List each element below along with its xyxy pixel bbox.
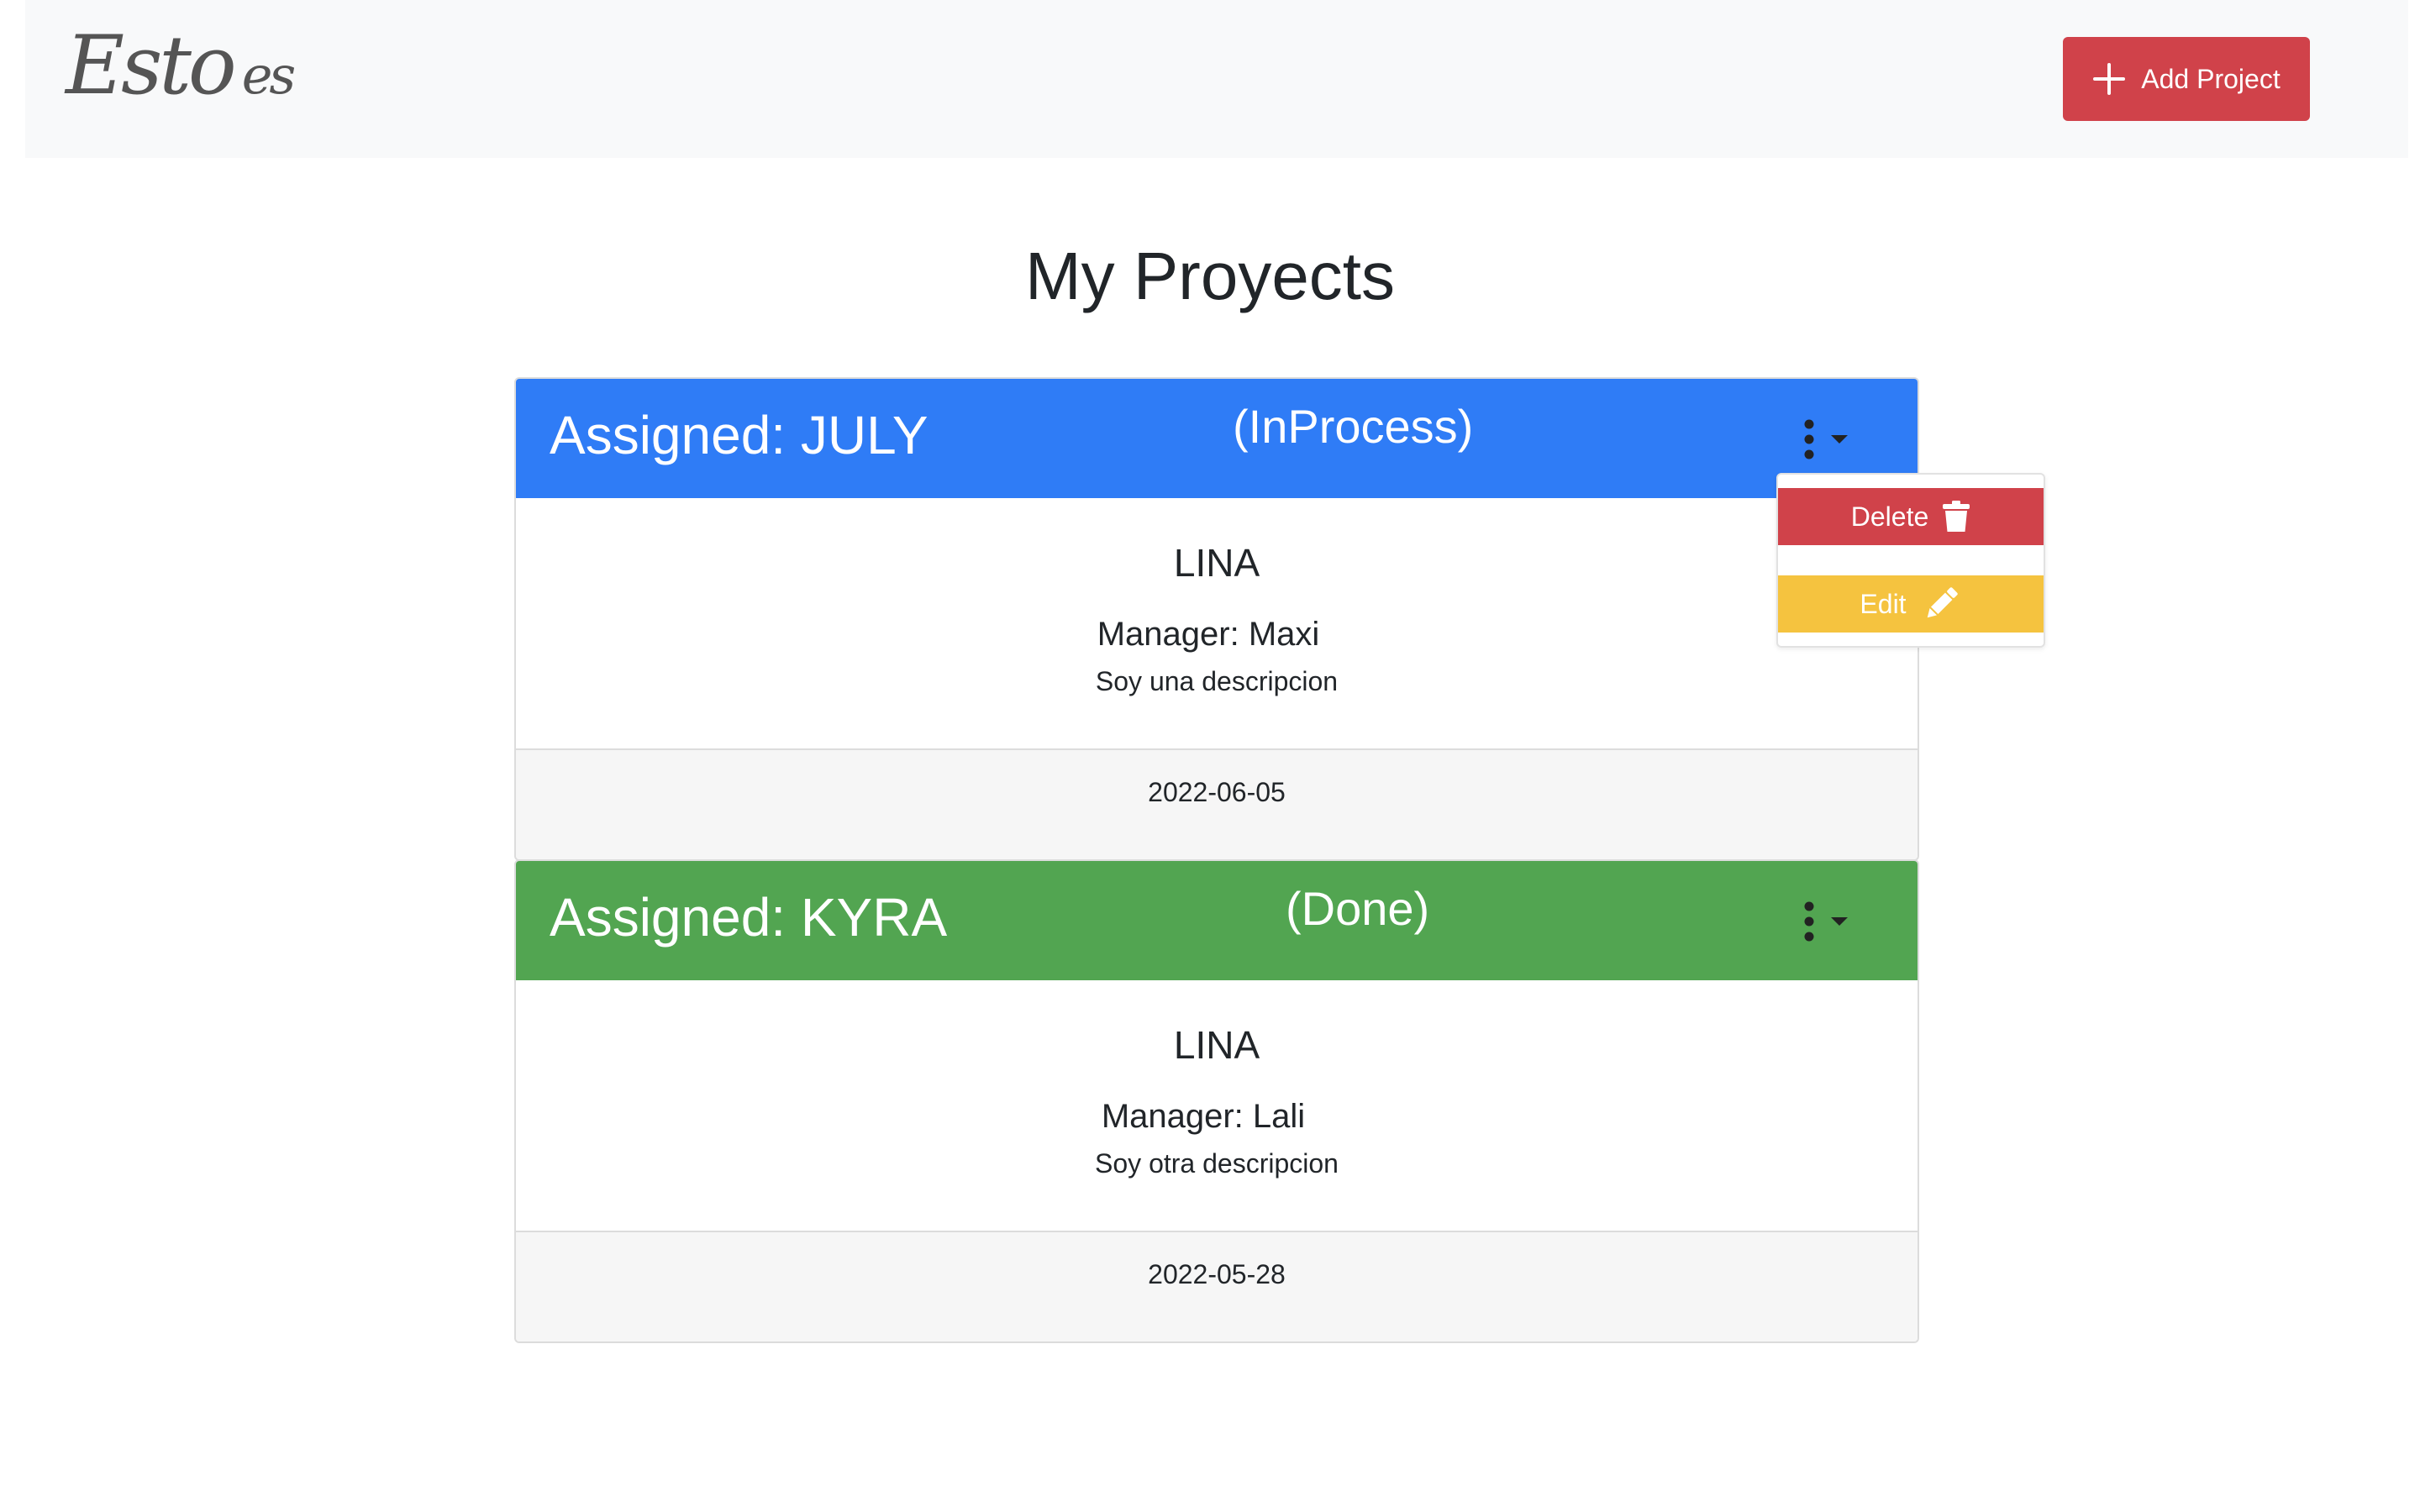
manager-label: Manager: Lali [1101, 1098, 1306, 1135]
brand-logo[interactable]: Esto es [66, 25, 296, 106]
project-card: Assigned: KYRA (Done) LINA Manager: Lali… [514, 859, 1919, 1343]
card-menu-toggle[interactable] [1803, 895, 1867, 948]
assigned-label: Assigned: JULY [550, 405, 929, 465]
plus-icon [2093, 63, 2126, 95]
card-footer: 2022-05-28 [516, 1232, 1918, 1341]
kebab-icon [1804, 419, 1814, 459]
delete-button[interactable]: Delete [1778, 488, 2044, 545]
add-project-label: Add Project [2141, 63, 2281, 94]
card-menu-toggle[interactable] [1803, 412, 1867, 466]
caret-down-icon [1831, 435, 1848, 444]
trash-icon [1943, 501, 1970, 532]
card-footer: 2022-06-05 [516, 750, 1918, 859]
edit-button[interactable]: Edit [1778, 575, 2044, 633]
edit-label: Edit [1860, 588, 1907, 619]
logo-text-small: es [241, 45, 296, 106]
kebab-icon [1804, 901, 1814, 942]
card-header: Assigned: JULY (InProcess) [516, 379, 1918, 498]
project-date: 2022-06-05 [1148, 777, 1286, 807]
pencil-icon [1927, 587, 1958, 618]
assigned-label: Assigned: KYRA [550, 887, 948, 948]
status-label: (InProcess) [1233, 400, 1474, 453]
card-body: LINA Manager: Lali Soy otra descripcion [516, 980, 1918, 1232]
page-title: My Proyects [1024, 239, 1396, 313]
delete-label: Delete [1850, 501, 1929, 532]
card-header: Assigned: KYRA (Done) [516, 861, 1918, 980]
manager-label: Manager: Maxi [1097, 616, 1320, 653]
project-card: Assigned: JULY (InProcess) LINA Manager:… [514, 377, 1919, 861]
add-project-button[interactable]: Add Project [2063, 37, 2310, 121]
card-dropdown-menu: Delete Edit [1776, 473, 2045, 648]
navbar: Esto es Add Project [25, 0, 2408, 158]
project-name: LINA [1173, 1023, 1260, 1067]
description-text: Soy otra descripcion [1095, 1148, 1339, 1179]
caret-down-icon [1831, 917, 1848, 926]
status-label: (Done) [1286, 882, 1430, 935]
card-body: LINA Manager: Maxi Soy una descripcion [516, 498, 1918, 750]
logo-text-main: Esto [66, 18, 237, 113]
description-text: Soy una descripcion [1095, 666, 1339, 696]
project-name: LINA [1173, 541, 1260, 585]
project-date: 2022-05-28 [1148, 1259, 1286, 1289]
